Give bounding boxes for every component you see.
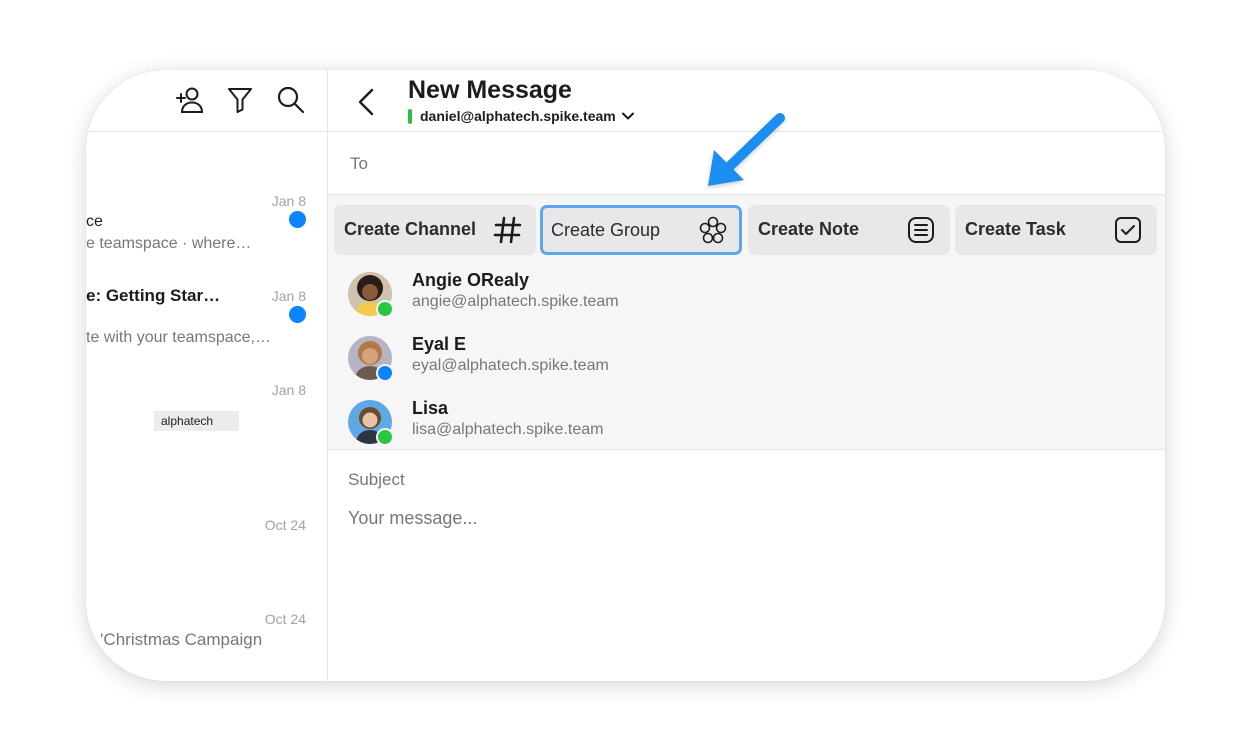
search-icon[interactable] xyxy=(275,84,307,116)
conversation-list-pane: Jan 8 ce e teamspace · where… Jan 8 e: G… xyxy=(86,70,328,681)
item-date: Jan 8 xyxy=(271,288,306,304)
item-preview: te with your teamspace,… xyxy=(86,329,271,346)
group-icon xyxy=(698,216,728,246)
unread-dot xyxy=(289,211,306,228)
subject-field[interactable]: Subject xyxy=(348,470,405,490)
item-tag: alphatech xyxy=(154,411,239,431)
page-title: New Message xyxy=(408,76,572,104)
contact-email: eyal@alphatech.spike.team xyxy=(412,357,609,374)
note-icon xyxy=(906,215,936,245)
contact-name: Eyal E xyxy=(412,334,467,354)
create-group-label: Create Group xyxy=(551,220,661,240)
create-channel-button[interactable]: Create Channel xyxy=(334,205,536,255)
create-note-button[interactable]: Create Note xyxy=(748,205,950,255)
contact-row[interactable]: Angie ORealy angie@alphatech.spike.team xyxy=(328,266,1165,328)
create-channel-label: Create Channel xyxy=(344,219,477,239)
app-window: Jan 8 ce e teamspace · where… Jan 8 e: G… xyxy=(86,70,1165,681)
item-date: Jan 8 xyxy=(271,382,306,398)
create-note-label: Create Note xyxy=(758,219,860,239)
status-online-dot xyxy=(376,300,394,318)
item-preview: e teamspace · where… xyxy=(86,235,252,252)
task-checkbox-icon xyxy=(1113,215,1143,245)
create-task-label: Create Task xyxy=(965,219,1066,239)
item-preview: o 'Christmas Campaign xyxy=(86,630,263,649)
contact-name: Angie ORealy xyxy=(412,270,530,290)
contact-row[interactable]: Eyal E eyal@alphatech.spike.team xyxy=(328,330,1165,392)
add-contact-icon[interactable] xyxy=(174,84,206,116)
unread-dot xyxy=(289,306,306,323)
list-toolbar xyxy=(86,70,327,132)
contact-email: lisa@alphatech.spike.team xyxy=(412,421,604,438)
item-title: ce xyxy=(86,213,103,230)
to-label: To xyxy=(350,154,368,173)
message-body-field[interactable]: Your message... xyxy=(348,508,477,529)
status-online-dot xyxy=(376,428,394,446)
pointer-arrow-icon xyxy=(700,108,790,192)
item-date: Oct 24 xyxy=(264,611,306,627)
item-date: Oct 24 xyxy=(264,517,306,533)
create-group-button[interactable]: Create Group xyxy=(540,205,742,255)
contact-name: Lisa xyxy=(412,398,449,418)
hashtag-icon xyxy=(492,215,522,245)
status-away-dot xyxy=(376,364,394,382)
account-selector[interactable]: daniel@alphatech.spike.team xyxy=(408,107,634,125)
account-status-bar xyxy=(408,108,412,124)
back-chevron-icon[interactable] xyxy=(354,85,380,119)
contact-row[interactable]: Lisa lisa@alphatech.spike.team xyxy=(328,394,1165,456)
account-email: daniel@alphatech.spike.team xyxy=(420,108,616,124)
filter-icon[interactable] xyxy=(224,84,256,116)
item-title: e: Getting Star… xyxy=(86,286,221,305)
create-task-button[interactable]: Create Task xyxy=(955,205,1157,255)
item-date: Jan 8 xyxy=(271,193,306,209)
suggestions-panel: Create Channel Create Group Create Note … xyxy=(328,195,1165,450)
contact-email: angie@alphatech.spike.team xyxy=(412,293,619,310)
chevron-down-icon xyxy=(621,112,634,120)
